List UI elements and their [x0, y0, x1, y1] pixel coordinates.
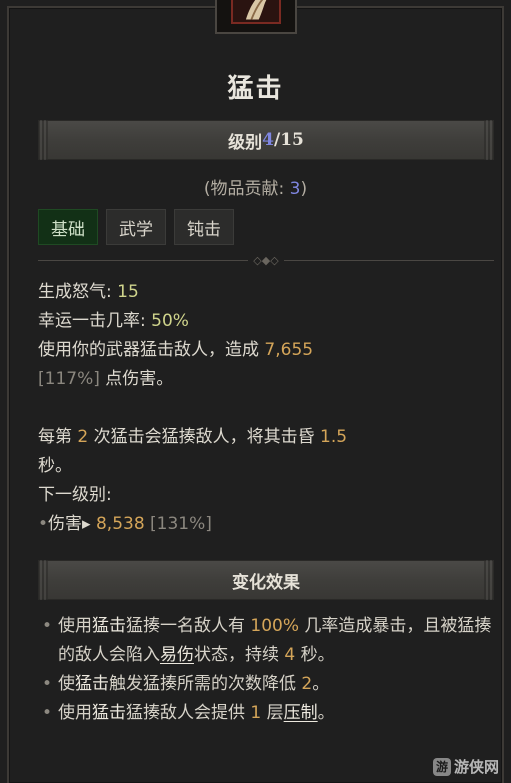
skill-title: 猛击	[227, 74, 284, 104]
watermark-text: 游侠网	[453, 758, 499, 776]
overpower-keyword-link[interactable]: 压制	[284, 703, 318, 723]
upgrade-item: • 使用猛击猛揍一名敌人有 100% 几率造成暴击，且被猛揍的敌人会陷入易伤状态…	[38, 612, 493, 670]
rank-label: 级别	[228, 132, 263, 153]
damage-percent-line: [117%] 点伤害。	[38, 369, 174, 389]
upgrade-item: • 使猛击触发猛揍所需的次数降低 2。	[38, 670, 493, 699]
upgrades-list: • 使用猛击猛揍一名敌人有 100% 几率造成暴击，且被猛揍的敌人会陷入易伤状态…	[38, 612, 493, 728]
watermark: 游 游侠网	[432, 756, 499, 777]
next-rank-label: 下一级别:	[38, 485, 112, 505]
watermark-logo-icon: 游	[432, 757, 451, 776]
fury-stat: 生成怒气: 15	[38, 282, 139, 302]
upgrades-banner: 变化效果	[38, 560, 494, 600]
bullet-icon: •	[38, 514, 49, 534]
contribution-prefix: (物品贡献:	[203, 179, 290, 199]
damage-line: 使用你的武器猛击敌人，造成 7,655	[38, 340, 314, 360]
rank-current: 4	[262, 130, 274, 150]
vulnerable-keyword-link[interactable]: 易伤	[160, 645, 194, 665]
next-damage-value: 8,538	[95, 514, 145, 534]
rank-banner: 级别 4/15	[38, 120, 494, 160]
section-divider: ◇◆◇	[38, 254, 494, 267]
damage-value: 7,655	[264, 340, 314, 360]
stun-line-end: 秒。	[38, 456, 72, 476]
divider-ornament-icon: ◇◆◇	[253, 254, 279, 267]
contribution-value: 3	[289, 179, 301, 199]
skill-description: 生成怒气: 15 幸运一击几率: 50% 使用你的武器猛击敌人，造成 7,655…	[38, 278, 488, 539]
bullet-icon: •	[42, 674, 53, 694]
stun-line: 每第 2 次猛击会猛揍敌人，将其击昏 1.5	[38, 427, 348, 447]
contribution-suffix: )	[300, 179, 308, 199]
damage-percent: [117%]	[38, 369, 100, 389]
fury-value: 15	[117, 282, 139, 302]
skill-icon-frame	[215, 0, 297, 34]
bullet-icon: •	[42, 703, 53, 723]
tag-bludgeoning: 钝击	[174, 209, 234, 245]
upgrade-item: • 使用猛击猛揍敌人会提供 1 层压制。	[38, 699, 493, 728]
skill-tooltip: 猛击 级别 4/15 (物品贡献: 3) 基础 武学 钝击 ◇◆◇ 生成怒气: 1…	[0, 0, 511, 783]
slam-skill-icon	[231, 0, 281, 24]
next-rank-damage: •伤害▸ 8,538 [131%]	[38, 514, 212, 534]
stun-seconds: 1.5	[320, 427, 348, 447]
every-n-value: 2	[77, 427, 89, 447]
lucky-hit-stat: 幸运一击几率: 50%	[38, 311, 189, 331]
bullet-icon: •	[42, 616, 53, 636]
rank-max: /15	[273, 130, 304, 150]
next-damage-percent: [131%]	[144, 514, 212, 534]
item-contribution: (物品贡献: 3)	[0, 174, 511, 199]
rank-text: 级别 4/15	[38, 120, 494, 160]
tag-basic: 基础	[38, 209, 98, 245]
tag-weapon-mastery: 武学	[106, 209, 166, 245]
arrow-right-icon: ▸	[82, 514, 96, 534]
upgrades-header: 变化效果	[232, 572, 300, 593]
skill-tags: 基础 武学 钝击	[38, 209, 234, 245]
lucky-hit-value: 50%	[151, 311, 189, 331]
